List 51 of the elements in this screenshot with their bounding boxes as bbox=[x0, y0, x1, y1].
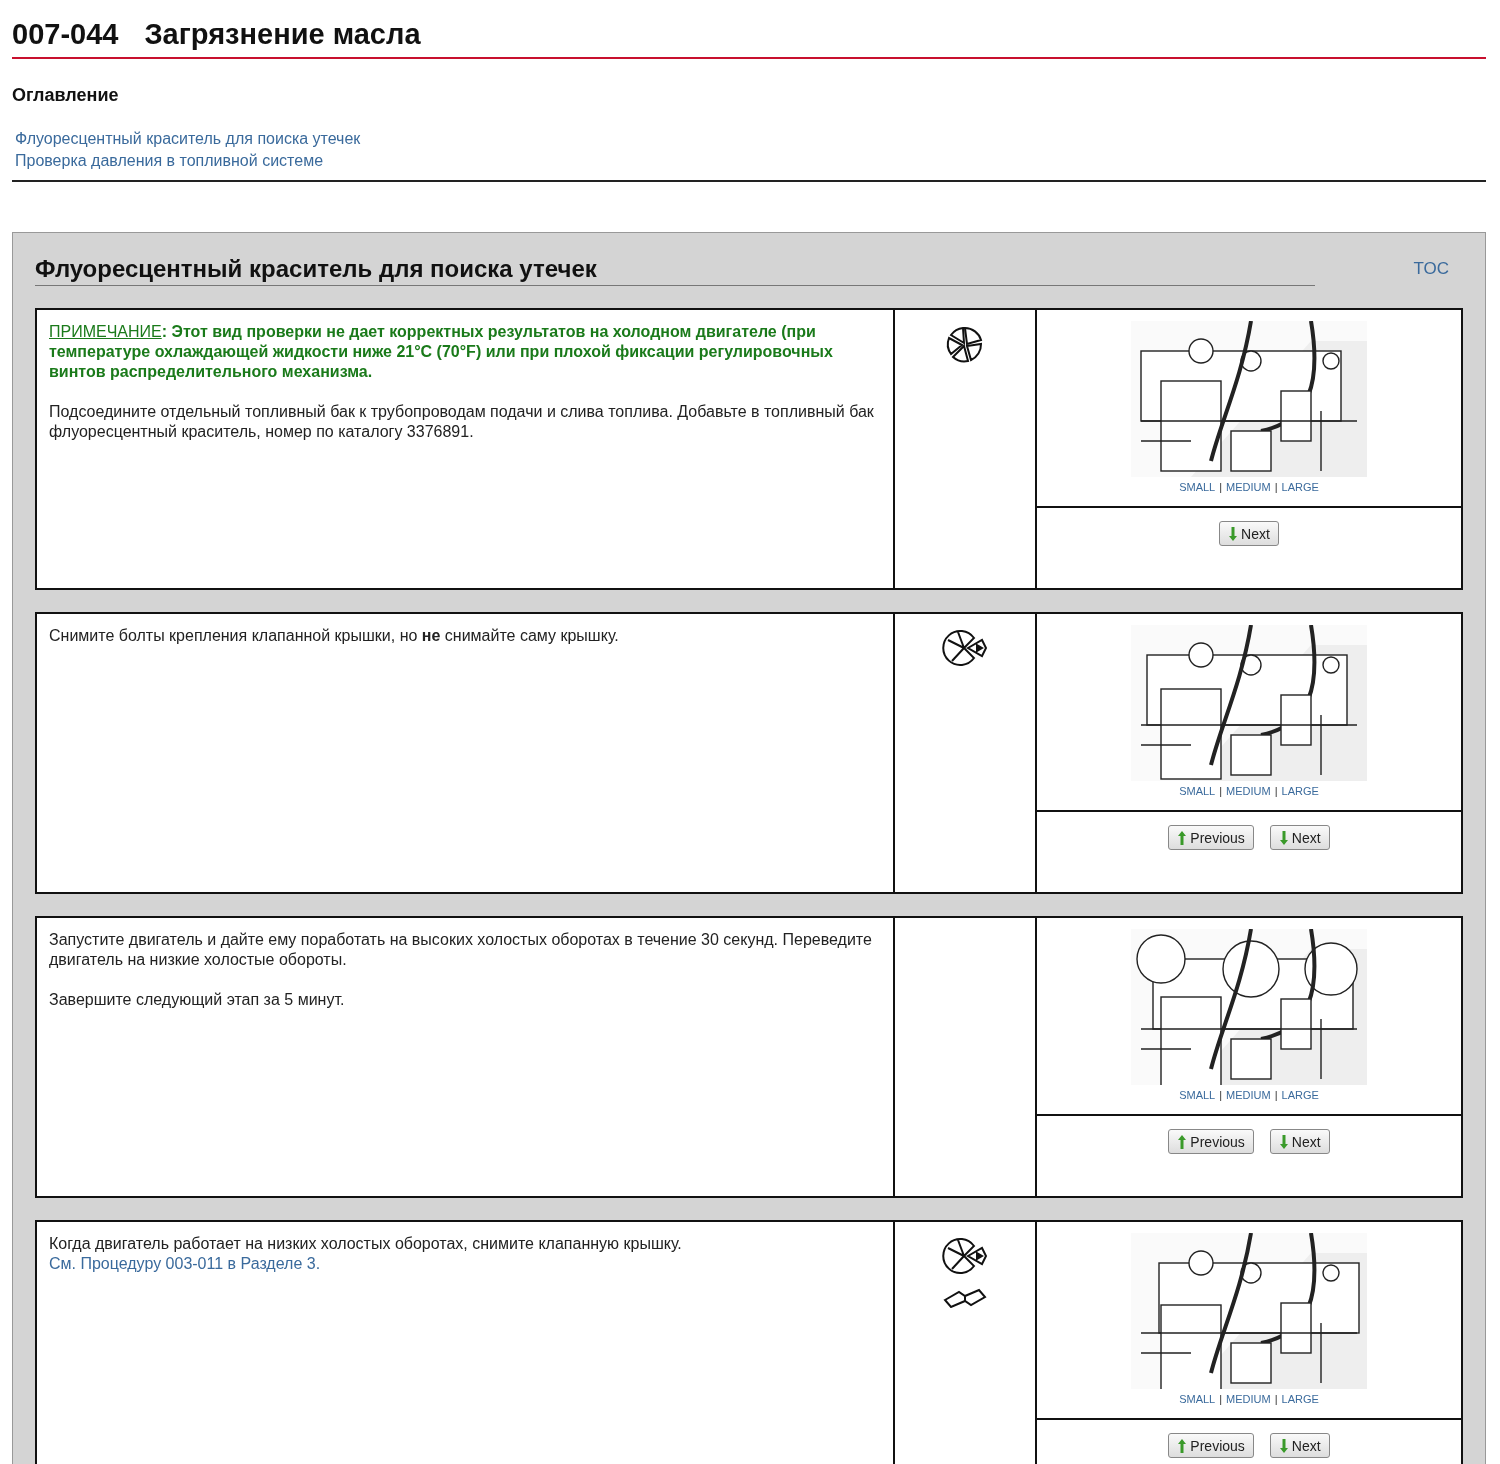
down-arrow-icon bbox=[1278, 1133, 1289, 1150]
separator: | bbox=[1219, 481, 1223, 493]
size-link[interactable]: LARGE bbox=[1281, 1393, 1319, 1405]
up-arrow-icon bbox=[1177, 1133, 1188, 1150]
size-link[interactable]: MEDIUM bbox=[1226, 1393, 1271, 1405]
down-arrow-icon bbox=[1278, 1437, 1289, 1454]
up-arrow-icon bbox=[1177, 829, 1188, 846]
step-text: Когда двигатель работает на низких холостых оборотах, снимите клапанную крышку. См. Процедуру 003-011 в Разделе 3. bbox=[49, 1234, 683, 1274]
page-title: Загрязнение масла bbox=[144, 18, 421, 51]
size-link[interactable]: MEDIUM bbox=[1226, 1089, 1271, 1101]
next-button[interactable]: Next bbox=[1269, 1129, 1330, 1154]
toc-link[interactable]: Флуоресцентный краситель для поиска утечек bbox=[15, 130, 361, 147]
section-title: Флуоресцентный краситель для поиска утечек bbox=[35, 255, 1315, 286]
previous-button[interactable]: Previous bbox=[1168, 1433, 1254, 1458]
separator: | bbox=[1219, 1393, 1223, 1405]
separator: | bbox=[1274, 785, 1278, 797]
down-arrow-icon bbox=[1228, 525, 1239, 542]
next-button[interactable]: Next bbox=[1269, 1433, 1330, 1458]
note-text: ПРИМЕЧАНИЕ: Этот вид проверки не дает корректных результатов на холодном двигателе (при температуре охлаждающей жидкости ниже 21°C (70°F) или при плохой фиксации регулировочных винтов распределительного механизма. bbox=[49, 322, 834, 382]
separator: | bbox=[1219, 785, 1223, 797]
separator: | bbox=[1219, 1089, 1223, 1101]
up-arrow-icon bbox=[1177, 1437, 1188, 1454]
book-icon bbox=[943, 1288, 987, 1308]
procedure-code: 007-044 bbox=[12, 18, 119, 51]
wedge-circle-icon bbox=[942, 628, 988, 668]
toc-link[interactable]: TOC bbox=[1413, 259, 1449, 279]
down-arrow-icon bbox=[1278, 829, 1289, 846]
size-link[interactable]: SMALL bbox=[1179, 785, 1216, 797]
size-link[interactable]: SMALL bbox=[1179, 1393, 1216, 1405]
next-button[interactable]: Next bbox=[1269, 825, 1330, 850]
previous-button[interactable]: Previous bbox=[1168, 825, 1254, 850]
step-text: Подсоедините отдельный топливный бак к трубопроводам подачи и слива топлива. Добавьте в топливный бак флуоресцентный краситель, номер по каталогу 3376891. bbox=[49, 402, 875, 442]
separator: | bbox=[1274, 1089, 1278, 1101]
previous-button[interactable]: Previous bbox=[1168, 1129, 1254, 1154]
size-link[interactable]: SMALL bbox=[1179, 481, 1216, 493]
step-text: Завершите следующий этап за 5 минут. bbox=[49, 990, 346, 1010]
size-link[interactable]: LARGE bbox=[1281, 481, 1319, 493]
toc-link[interactable]: Проверка давления в топливной системе bbox=[15, 152, 324, 169]
size-link[interactable]: LARGE bbox=[1281, 1089, 1319, 1101]
wedge-circle-icon bbox=[942, 1236, 988, 1276]
step-text: Запустите двигатель и дайте ему поработать на высоких холостых оборотах в течение 30 секунд. Переведите двигатель на низкие холостые обороты. bbox=[49, 930, 873, 970]
size-link[interactable]: SMALL bbox=[1179, 1089, 1216, 1101]
step-text: Снимите болты крепления клапанной крышки, но не снимайте саму крышку. bbox=[49, 626, 620, 646]
toc-heading: Оглавление bbox=[12, 85, 120, 106]
size-link[interactable]: LARGE bbox=[1281, 785, 1319, 797]
next-button[interactable]: Next bbox=[1219, 521, 1279, 546]
procedure-link[interactable]: См. Процедуру 003-011 в Разделе 3. bbox=[49, 1255, 321, 1272]
size-link[interactable]: MEDIUM bbox=[1226, 481, 1271, 493]
size-link[interactable]: MEDIUM bbox=[1226, 785, 1271, 797]
separator: | bbox=[1274, 481, 1278, 493]
separator: | bbox=[1274, 1393, 1278, 1405]
